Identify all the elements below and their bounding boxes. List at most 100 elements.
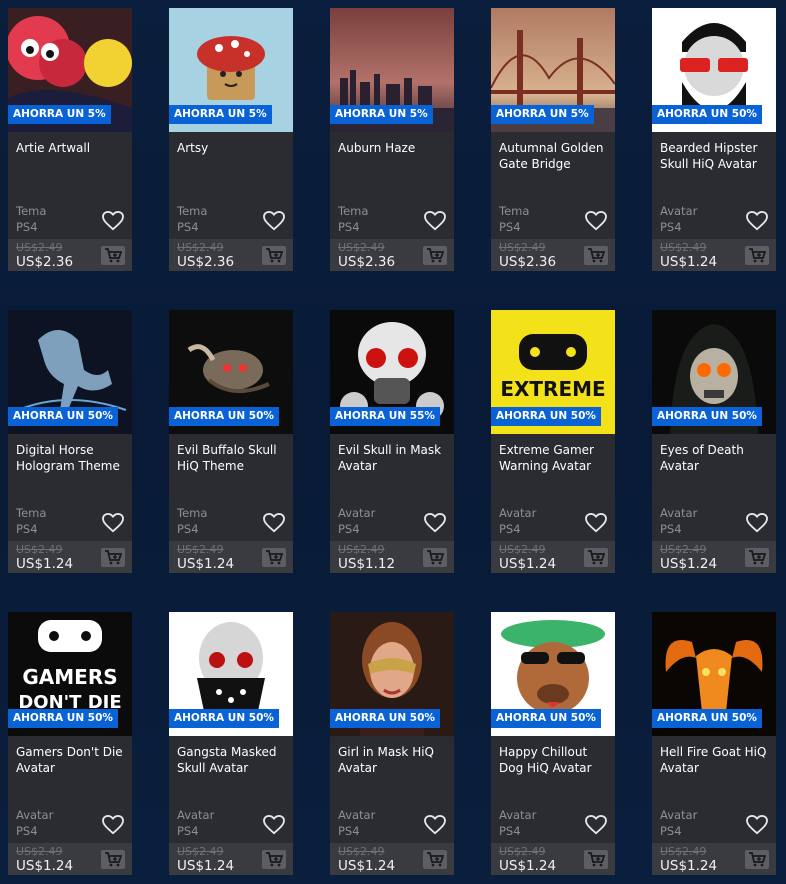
add-to-cart-button[interactable]: [745, 850, 769, 869]
product-platform: PS4: [16, 522, 38, 536]
product-type: Avatar: [16, 808, 54, 822]
product-card[interactable]: AHORRA UN 50% Evil Buffalo Skull HiQ The…: [169, 310, 293, 573]
product-type: Avatar: [660, 204, 698, 218]
product-title[interactable]: Gamers Don't Die Avatar: [16, 744, 128, 776]
add-to-cart-button[interactable]: [101, 850, 125, 869]
heart-outline-icon[interactable]: [263, 512, 285, 533]
discount-badge: AHORRA UN 50%: [8, 709, 118, 728]
discount-badge: AHORRA UN 50%: [330, 709, 440, 728]
original-price: US$2.49: [338, 241, 385, 254]
price-bar: US$2.49 US$1.24: [330, 843, 454, 875]
product-card[interactable]: AHORRA UN 50% Girl in Mask HiQ Avatar Av…: [330, 612, 454, 875]
sale-price: US$1.24: [177, 556, 235, 572]
discount-badge: AHORRA UN 50%: [491, 709, 601, 728]
sale-price: US$2.36: [177, 254, 235, 270]
product-title[interactable]: Extreme Gamer Warning Avatar: [499, 442, 611, 474]
add-to-cart-button[interactable]: [101, 548, 125, 567]
product-title[interactable]: Eyes of Death Avatar: [660, 442, 772, 474]
add-to-cart-button[interactable]: [423, 548, 447, 567]
product-card[interactable]: AHORRA UN 50% Gangsta Masked Skull Avata…: [169, 612, 293, 875]
original-price: US$2.49: [16, 845, 63, 858]
product-card[interactable]: AHORRA UN 50% Digital Horse Hologram The…: [8, 310, 132, 573]
price-bar: US$2.49 US$1.24: [491, 843, 615, 875]
heart-outline-icon[interactable]: [746, 210, 768, 231]
product-title[interactable]: Artsy: [177, 140, 289, 156]
discount-badge: AHORRA UN 55%: [330, 407, 440, 426]
original-price: US$2.49: [660, 845, 707, 858]
heart-outline-icon[interactable]: [585, 210, 607, 231]
heart-outline-icon[interactable]: [263, 814, 285, 835]
product-card[interactable]: GAMERS DON'T DIE AHORRA UN 50% Gamers Do…: [8, 612, 132, 875]
discount-badge: AHORRA UN 50%: [8, 407, 118, 426]
product-title[interactable]: Gangsta Masked Skull Avatar: [177, 744, 289, 776]
product-title[interactable]: Artie Artwall: [16, 140, 128, 156]
original-price: US$2.49: [338, 845, 385, 858]
sale-price: US$1.24: [499, 858, 557, 874]
add-to-cart-button[interactable]: [262, 246, 286, 265]
price-bar: US$2.49 US$1.24: [652, 541, 776, 573]
product-title[interactable]: Evil Buffalo Skull HiQ Theme: [177, 442, 289, 474]
original-price: US$2.49: [177, 543, 224, 556]
heart-outline-icon[interactable]: [102, 814, 124, 835]
product-platform: PS4: [499, 522, 521, 536]
product-type: Avatar: [338, 808, 376, 822]
product-platform: PS4: [177, 220, 199, 234]
product-card[interactable]: AHORRA UN 5% Artie Artwall Tema PS4 US$2…: [8, 8, 132, 271]
product-card[interactable]: AHORRA UN 5% Artsy Tema PS4 US$2.49 US$2…: [169, 8, 293, 271]
product-title[interactable]: Girl in Mask HiQ Avatar: [338, 744, 450, 776]
add-to-cart-button[interactable]: [584, 246, 608, 265]
product-platform: PS4: [16, 824, 38, 838]
product-card[interactable]: AHORRA UN 50% Bearded Hipster Skull HiQ …: [652, 8, 776, 271]
heart-outline-icon[interactable]: [424, 814, 446, 835]
product-title[interactable]: Auburn Haze: [338, 140, 450, 156]
original-price: US$2.49: [16, 241, 63, 254]
product-card[interactable]: AHORRA UN 55% Evil Skull in Mask Avatar …: [330, 310, 454, 573]
add-to-cart-button[interactable]: [584, 548, 608, 567]
sale-price: US$1.24: [16, 556, 74, 572]
product-title[interactable]: Hell Fire Goat HiQ Avatar: [660, 744, 772, 776]
add-to-cart-button[interactable]: [423, 850, 447, 869]
product-title[interactable]: Bearded Hipster Skull HiQ Avatar: [660, 140, 772, 172]
product-title[interactable]: Happy Chillout Dog HiQ Avatar: [499, 744, 611, 776]
product-type: Avatar: [660, 808, 698, 822]
add-to-cart-button[interactable]: [262, 850, 286, 869]
discount-badge: AHORRA UN 50%: [169, 709, 279, 728]
add-to-cart-button[interactable]: [101, 246, 125, 265]
heart-outline-icon[interactable]: [424, 210, 446, 231]
sale-price: US$2.36: [338, 254, 396, 270]
original-price: US$2.49: [177, 845, 224, 858]
price-bar: US$2.49 US$1.24: [8, 843, 132, 875]
product-card[interactable]: AHORRA UN 50% Happy Chillout Dog HiQ Ava…: [491, 612, 615, 875]
product-platform: PS4: [499, 220, 521, 234]
product-title[interactable]: Autumnal Golden Gate Bridge: [499, 140, 611, 172]
add-to-cart-button[interactable]: [745, 246, 769, 265]
discount-badge: AHORRA UN 5%: [330, 105, 433, 124]
heart-outline-icon[interactable]: [424, 512, 446, 533]
product-card[interactable]: EXTREME AHORRA UN 50% Extreme Gamer Warn…: [491, 310, 615, 573]
add-to-cart-button[interactable]: [423, 246, 447, 265]
heart-outline-icon[interactable]: [746, 814, 768, 835]
product-platform: PS4: [177, 522, 199, 536]
price-bar: US$2.49 US$1.24: [169, 843, 293, 875]
heart-outline-icon[interactable]: [585, 814, 607, 835]
thumb-text-1: GAMERS: [22, 665, 117, 689]
add-to-cart-button[interactable]: [745, 548, 769, 567]
add-to-cart-button[interactable]: [584, 850, 608, 869]
add-to-cart-button[interactable]: [262, 548, 286, 567]
product-card[interactable]: AHORRA UN 50% Eyes of Death Avatar Avata…: [652, 310, 776, 573]
price-bar: US$2.49 US$2.36: [169, 239, 293, 271]
product-title[interactable]: Digital Horse Hologram Theme: [16, 442, 128, 474]
product-card[interactable]: AHORRA UN 50% Hell Fire Goat HiQ Avatar …: [652, 612, 776, 875]
product-card[interactable]: AHORRA UN 5% Autumnal Golden Gate Bridge…: [491, 8, 615, 271]
heart-outline-icon[interactable]: [263, 210, 285, 231]
heart-outline-icon[interactable]: [585, 512, 607, 533]
product-platform: PS4: [660, 824, 682, 838]
product-card[interactable]: AHORRA UN 5% Auburn Haze Tema PS4 US$2.4…: [330, 8, 454, 271]
product-type: Avatar: [499, 506, 537, 520]
heart-outline-icon[interactable]: [102, 512, 124, 533]
original-price: US$2.49: [338, 543, 385, 556]
product-title[interactable]: Evil Skull in Mask Avatar: [338, 442, 450, 474]
heart-outline-icon[interactable]: [746, 512, 768, 533]
heart-outline-icon[interactable]: [102, 210, 124, 231]
product-type: Avatar: [177, 808, 215, 822]
